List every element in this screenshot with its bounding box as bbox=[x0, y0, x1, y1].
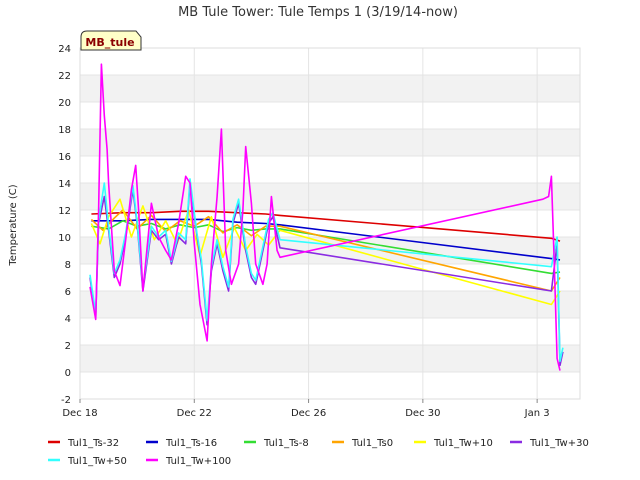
x-tick-label: Dec 26 bbox=[291, 408, 326, 419]
plot-band bbox=[80, 129, 580, 156]
legend-label: Tul1_Ts0 bbox=[351, 438, 393, 449]
x-tick-label: Jan 3 bbox=[524, 408, 550, 419]
y-tick-label: 16 bbox=[58, 152, 71, 163]
y-tick-label: 10 bbox=[58, 233, 71, 244]
y-axis-label: Temperature (C) bbox=[8, 184, 19, 266]
legend-label: Tul1_Tw+10 bbox=[433, 438, 493, 449]
legend-label: Tul1_Ts-32 bbox=[67, 438, 119, 449]
y-tick-label: -2 bbox=[61, 395, 71, 406]
line-chart: MB Tule Tower: Tule Temps 1 (3/19/14-now… bbox=[8, 5, 589, 467]
legend-item[interactable]: Tul1_Tw+50 bbox=[48, 456, 127, 467]
legend-label: Tul1_Tw+50 bbox=[67, 456, 127, 467]
legend-item[interactable]: Tul1_Ts0 bbox=[332, 438, 393, 449]
legend[interactable]: Tul1_Ts-32 Tul1_Ts-16 Tul1_Ts-8 Tul1_Ts0 Tul… bbox=[48, 438, 589, 467]
series-line-tul1-tw-100 bbox=[89, 63, 561, 371]
y-tick-label: 6 bbox=[65, 287, 71, 298]
site-tag-label: MB_tule bbox=[85, 36, 134, 49]
plot-band bbox=[80, 345, 580, 372]
x-tick-label: Dec 18 bbox=[62, 408, 97, 419]
y-axis-ticks: -2024681012141618202224 bbox=[58, 44, 71, 406]
y-tick-label: 12 bbox=[58, 206, 71, 217]
series-lines bbox=[89, 63, 564, 371]
plot-band bbox=[80, 291, 580, 318]
y-tick-label: 18 bbox=[58, 125, 71, 136]
y-tick-label: 8 bbox=[65, 260, 71, 271]
legend-item[interactable]: Tul1_Ts-8 bbox=[244, 438, 309, 449]
y-tick-label: 20 bbox=[58, 98, 71, 109]
legend-label: Tul1_Tw+100 bbox=[165, 456, 231, 467]
chart-title: MB Tule Tower: Tule Temps 1 (3/19/14-now… bbox=[178, 5, 458, 20]
chart-stage: MB Tule Tower: Tule Temps 1 (3/19/14-now… bbox=[0, 0, 640, 480]
y-tick-label: 22 bbox=[58, 71, 71, 82]
y-tick-label: 2 bbox=[65, 341, 71, 352]
plot-band bbox=[80, 183, 580, 210]
y-tick-label: 0 bbox=[65, 368, 71, 379]
y-tick-label: 24 bbox=[58, 44, 71, 55]
y-tick-label: 4 bbox=[65, 314, 71, 325]
legend-item[interactable]: Tul1_Ts-32 bbox=[48, 438, 119, 449]
legend-label: Tul1_Ts-8 bbox=[263, 438, 309, 449]
legend-label: Tul1_Tw+30 bbox=[529, 438, 589, 449]
legend-label: Tul1_Ts-16 bbox=[165, 438, 217, 449]
plot-band bbox=[80, 75, 580, 102]
y-tick-label: 14 bbox=[58, 179, 71, 190]
x-tick-label: Dec 22 bbox=[177, 408, 212, 419]
plot-band bbox=[80, 237, 580, 264]
site-tag: MB_tule bbox=[80, 30, 142, 51]
legend-item[interactable]: Tul1_Ts-16 bbox=[146, 438, 217, 449]
legend-item[interactable]: Tul1_Tw+10 bbox=[414, 438, 493, 449]
x-tick-label: Dec 30 bbox=[405, 408, 440, 419]
x-axis-ticks: Dec 18 Dec 22 Dec 26 Dec 30 Jan 3 bbox=[62, 399, 550, 419]
legend-item[interactable]: Tul1_Tw+30 bbox=[510, 438, 589, 449]
legend-item[interactable]: Tul1_Tw+100 bbox=[146, 456, 231, 467]
